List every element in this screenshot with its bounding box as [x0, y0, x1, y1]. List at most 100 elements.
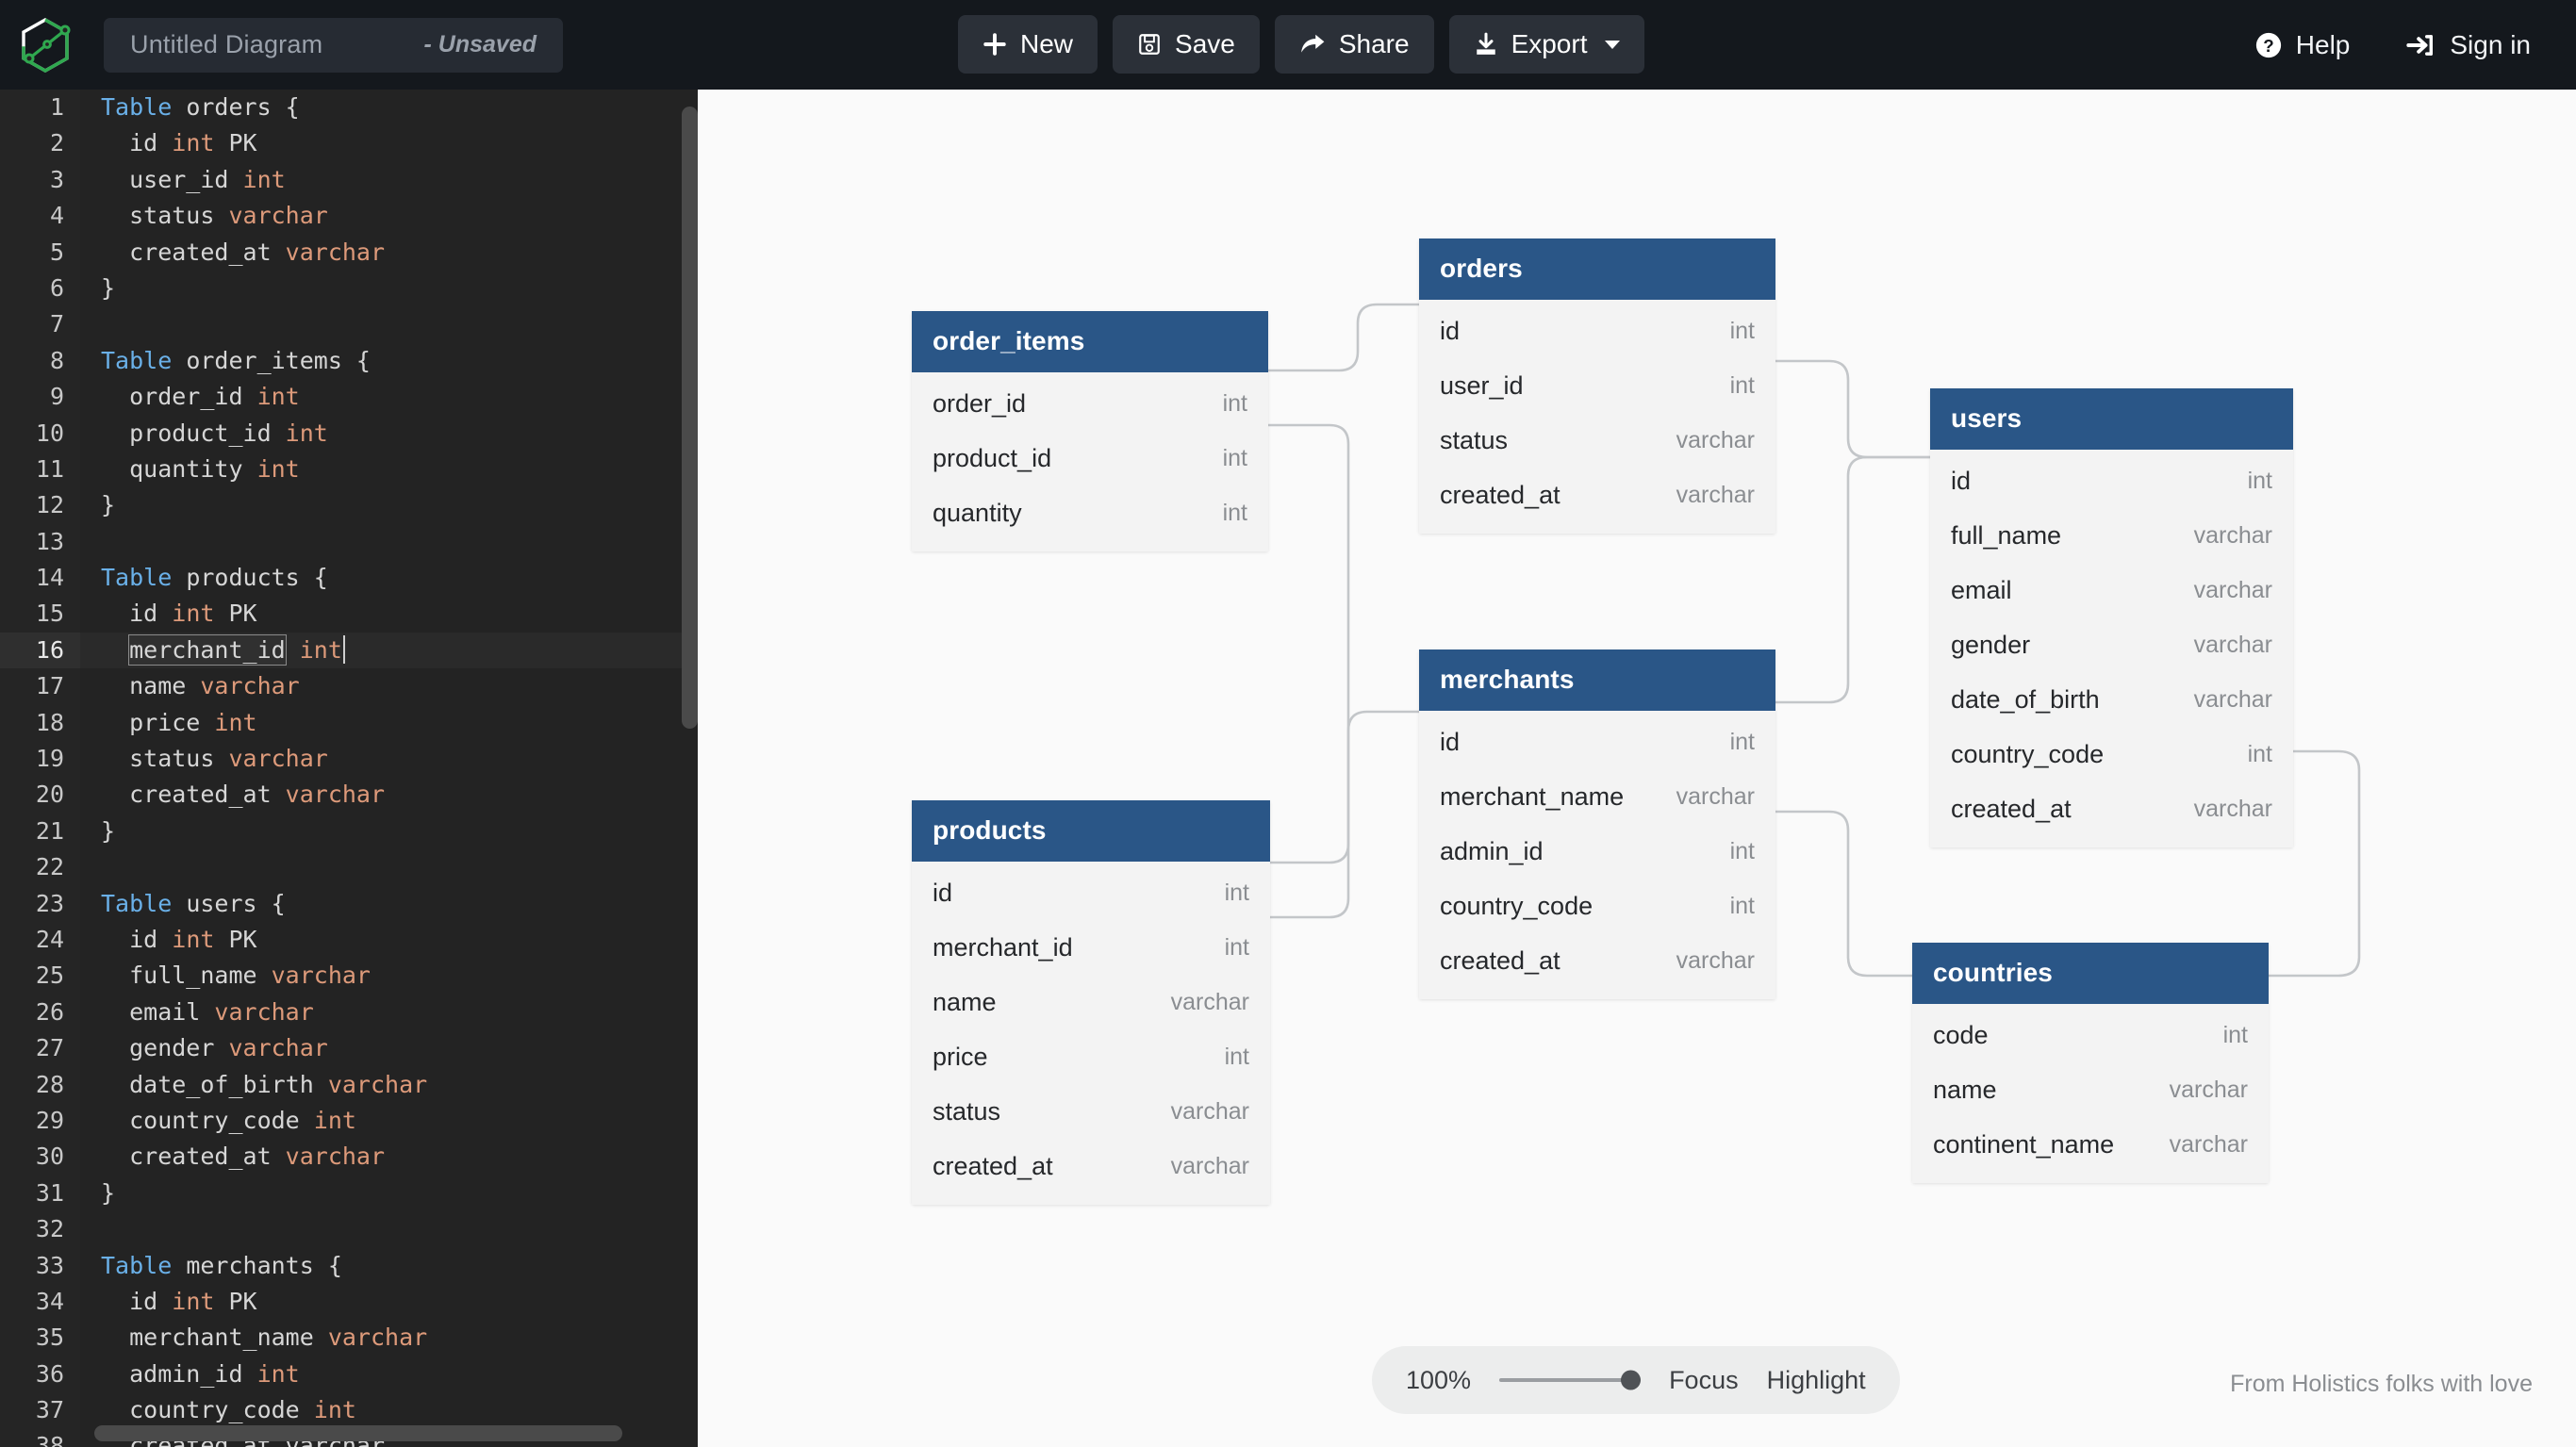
- erd-table[interactable]: countries code int name varchar continent_nam…: [1912, 943, 2269, 1183]
- erd-field-row[interactable]: code int: [1912, 1008, 2269, 1062]
- erd-field-row[interactable]: admin_id int: [1419, 824, 1775, 879]
- diagram-title-input[interactable]: Untitled Diagram - Unsaved: [104, 17, 563, 73]
- editor-vertical-scrollbar[interactable]: [682, 107, 698, 729]
- code-line[interactable]: 10 product_id int: [0, 415, 698, 452]
- code-line[interactable]: 26 email varchar: [0, 994, 698, 1031]
- erd-table-header[interactable]: users: [1930, 388, 2293, 450]
- erd-field-row[interactable]: user_id int: [1419, 358, 1775, 413]
- erd-field-row[interactable]: email varchar: [1930, 563, 2293, 617]
- focus-button[interactable]: Focus: [1669, 1366, 1739, 1395]
- erd-field-row[interactable]: merchant_name varchar: [1419, 769, 1775, 824]
- code-line[interactable]: 22: [0, 849, 698, 886]
- code-line[interactable]: 29 country_code int: [0, 1102, 698, 1140]
- zoom-slider[interactable]: [1499, 1369, 1642, 1391]
- erd-field-row[interactable]: gender varchar: [1930, 617, 2293, 672]
- share-button[interactable]: Share: [1274, 15, 1434, 74]
- code-line[interactable]: 8 Table order_items {: [0, 342, 698, 380]
- erd-table[interactable]: orders id int user_id int status varchar create…: [1419, 238, 1775, 534]
- code-line[interactable]: 19 status varchar: [0, 741, 698, 778]
- erd-field-row[interactable]: name varchar: [1912, 1062, 2269, 1117]
- erd-field-row[interactable]: product_id int: [912, 431, 1268, 485]
- code-token: full_name: [101, 962, 272, 990]
- code-line[interactable]: 28 date_of_birth varchar: [0, 1066, 698, 1103]
- app-logo[interactable]: [0, 0, 90, 90]
- code-line[interactable]: 3 user_id int: [0, 161, 698, 199]
- highlight-button[interactable]: Highlight: [1767, 1366, 1866, 1395]
- erd-field-row[interactable]: created_at varchar: [912, 1139, 1270, 1193]
- code-line[interactable]: 25 full_name varchar: [0, 958, 698, 995]
- erd-table-header[interactable]: order_items: [912, 311, 1268, 372]
- dbml-code-editor[interactable]: 1 Table orders {2 id int PK 3 user_id int 4…: [0, 90, 698, 1447]
- erd-field-row[interactable]: created_at varchar: [1930, 781, 2293, 836]
- code-token: }: [101, 491, 116, 519]
- code-line[interactable]: 5 created_at varchar: [0, 234, 698, 271]
- code-line[interactable]: 7: [0, 306, 698, 343]
- code-line[interactable]: 9 order_id int: [0, 379, 698, 416]
- code-line[interactable]: 13: [0, 523, 698, 561]
- code-line[interactable]: 32: [0, 1211, 698, 1248]
- code-line[interactable]: 14 Table products {: [0, 560, 698, 597]
- code-line[interactable]: 1 Table orders {: [0, 90, 698, 126]
- code-line[interactable]: 12}: [0, 487, 698, 524]
- code-line[interactable]: 27 gender varchar: [0, 1030, 698, 1067]
- line-number: 35: [0, 1320, 80, 1357]
- zoom-slider-knob[interactable]: [1621, 1370, 1642, 1390]
- code-line[interactable]: 2 id int PK: [0, 125, 698, 162]
- code-line[interactable]: 6}: [0, 270, 698, 307]
- code-line[interactable]: 34 id int PK: [0, 1283, 698, 1321]
- code-line[interactable]: 18 price int: [0, 704, 698, 742]
- erd-field-row[interactable]: id int: [912, 865, 1270, 920]
- export-button[interactable]: Export: [1448, 15, 1644, 74]
- code-line[interactable]: 36 admin_id int: [0, 1356, 698, 1393]
- code-line[interactable]: 20 created_at varchar: [0, 777, 698, 814]
- code-line[interactable]: 16 merchant_id int: [0, 632, 698, 669]
- code-token: id: [101, 925, 173, 953]
- erd-table[interactable]: users id int full_name varchar email varchar ge…: [1930, 388, 2293, 847]
- erd-table[interactable]: merchants id int merchant_name varchar admin_…: [1419, 650, 1775, 999]
- code-token: users {: [172, 889, 286, 917]
- code-line[interactable]: 37 country_code int: [0, 1392, 698, 1429]
- erd-table[interactable]: order_items order_id int product_id int quant…: [912, 311, 1268, 551]
- erd-field-type: int: [1222, 499, 1247, 526]
- diagram-canvas[interactable]: order_items order_id int product_id int quant…: [698, 90, 2576, 1447]
- editor-horizontal-scrollbar[interactable]: [94, 1425, 622, 1441]
- new-button[interactable]: New: [958, 15, 1098, 74]
- erd-field-row[interactable]: created_at varchar: [1419, 468, 1775, 522]
- line-number: 7: [0, 306, 80, 343]
- code-line[interactable]: 15 id int PK: [0, 596, 698, 633]
- code-line[interactable]: 35 merchant_name varchar: [0, 1320, 698, 1357]
- erd-field-row[interactable]: id int: [1419, 715, 1775, 769]
- code-line[interactable]: 17 name varchar: [0, 668, 698, 705]
- erd-field-row[interactable]: status varchar: [912, 1084, 1270, 1139]
- erd-field-row[interactable]: country_code int: [1419, 879, 1775, 933]
- sign-in-button[interactable]: Sign in: [2406, 30, 2531, 60]
- erd-field-row[interactable]: price int: [912, 1029, 1270, 1084]
- erd-field-row[interactable]: quantity int: [912, 485, 1268, 540]
- code-line[interactable]: 33 Table merchants {: [0, 1247, 698, 1284]
- help-button[interactable]: ? Help: [2254, 30, 2350, 60]
- erd-field-row[interactable]: name varchar: [912, 975, 1270, 1029]
- code-line[interactable]: 11 quantity int: [0, 451, 698, 488]
- erd-field-row[interactable]: status varchar: [1419, 413, 1775, 468]
- erd-field-row[interactable]: created_at varchar: [1419, 933, 1775, 988]
- code-line[interactable]: 24 id int PK: [0, 921, 698, 959]
- code-line[interactable]: 31}: [0, 1175, 698, 1212]
- erd-field-row[interactable]: continent_name varchar: [1912, 1117, 2269, 1172]
- erd-field-row[interactable]: order_id int: [912, 376, 1268, 431]
- code-line[interactable]: 21}: [0, 813, 698, 850]
- save-button[interactable]: Save: [1113, 15, 1260, 74]
- erd-field-row[interactable]: country_code int: [1930, 727, 2293, 781]
- erd-field-row[interactable]: id int: [1419, 304, 1775, 358]
- code-line[interactable]: 4 status varchar: [0, 198, 698, 235]
- erd-table-header[interactable]: orders: [1419, 238, 1775, 300]
- code-line[interactable]: 23 Table users {: [0, 885, 698, 922]
- erd-table-header[interactable]: merchants: [1419, 650, 1775, 711]
- erd-field-row[interactable]: merchant_id int: [912, 920, 1270, 975]
- erd-field-row[interactable]: id int: [1930, 453, 2293, 508]
- code-line[interactable]: 30 created_at varchar: [0, 1139, 698, 1176]
- erd-field-row[interactable]: full_name varchar: [1930, 508, 2293, 563]
- erd-table-header[interactable]: products: [912, 800, 1270, 862]
- erd-table[interactable]: products id int merchant_id int name varchar pr…: [912, 800, 1270, 1205]
- erd-table-header[interactable]: countries: [1912, 943, 2269, 1004]
- erd-field-row[interactable]: date_of_birth varchar: [1930, 672, 2293, 727]
